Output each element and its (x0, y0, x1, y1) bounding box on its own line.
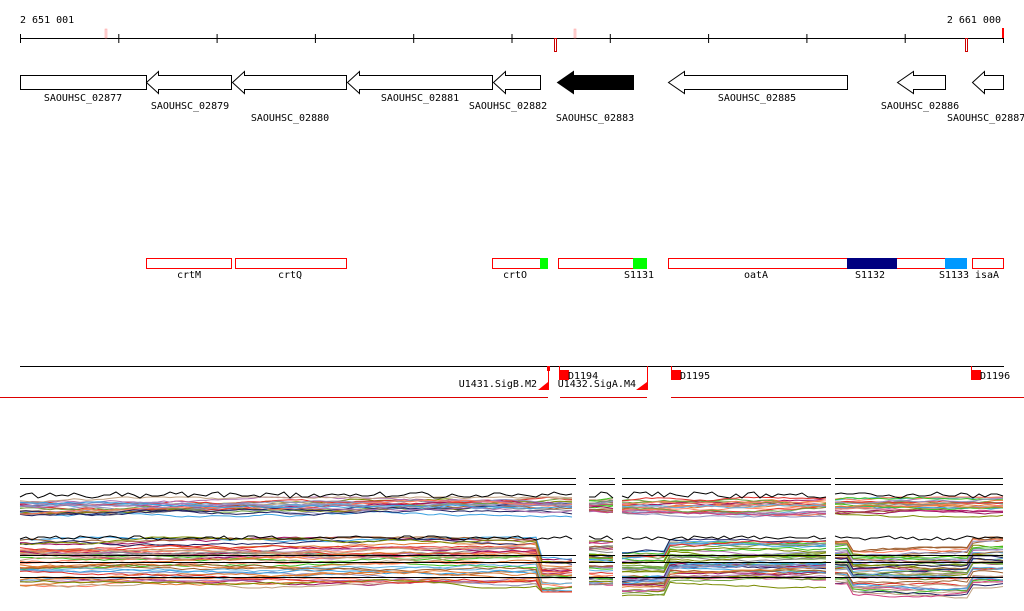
gene-saouhsc-02887[interactable]: SAOUHSC_02887 (947, 70, 1024, 125)
expression-envelope-line (621, 491, 827, 499)
feature-track: crtM crtQ crtO S1131 oatA S1132 S1133 is… (146, 258, 1004, 282)
feature-segment-green (633, 258, 647, 269)
feature-label: isaA (975, 270, 999, 281)
expression-series-line (588, 549, 614, 554)
feature-crtq[interactable]: crtQ (235, 258, 347, 282)
feature-oata[interactable]: oatA (668, 258, 967, 282)
ruler-marker (104, 28, 108, 39)
ruler-marker (1002, 28, 1004, 38)
ruler-marker[interactable] (554, 38, 557, 52)
gene-label: SAOUHSC_02879 (151, 101, 229, 112)
expression-envelope-line (588, 535, 614, 541)
regulatory-track: U1431.SigB.M2 D1194 U1432.SigA.M4 D1195 … (0, 366, 1024, 398)
ruler-marker[interactable] (965, 38, 968, 52)
regulatory-label: D1195 (680, 371, 710, 382)
gene-saouhsc-02883[interactable]: SAOUHSC_02883 (556, 70, 634, 125)
feature-label: S1131 (624, 270, 654, 281)
ruler: 2 651 001 2 661 000 (20, 15, 1004, 52)
terminator-d1196[interactable]: D1196 (971, 366, 1010, 382)
gene-saouhsc-02881[interactable]: SAOUHSC_02881 (346, 70, 493, 105)
expression-series-line (834, 577, 1004, 594)
feature-segment-green (540, 258, 548, 269)
ruler-marker (573, 28, 577, 39)
feature-label: S1132 (855, 270, 885, 281)
feature-s1132[interactable]: S1132 (847, 258, 897, 281)
gene-saouhsc-02885[interactable]: SAOUHSC_02885 (667, 70, 848, 105)
gene-label: SAOUHSC_02881 (381, 93, 459, 104)
gene-saouhsc-02877[interactable]: SAOUHSC_02877 (20, 75, 147, 105)
feature-label: S1133 (939, 270, 969, 281)
gene-saouhsc-02886[interactable]: SAOUHSC_02886 (881, 70, 959, 113)
feature-label: crtQ (278, 270, 302, 281)
feature-s1131[interactable]: S1131 (558, 258, 655, 281)
gene-label: SAOUHSC_02877 (44, 93, 122, 104)
expression-envelope-line (589, 491, 614, 499)
ruler-start-label: 2 651 001 (20, 15, 74, 26)
gene-track: SAOUHSC_02877 SAOUHSC_02879 SAOUHSC_0288… (20, 70, 1024, 125)
gene-label: SAOUHSC_02880 (251, 113, 329, 124)
genome-browser: 2 651 001 2 661 000 SAOUHSC_02877 SAOUHS… (0, 15, 1024, 599)
gene-label: SAOUHSC_02887 (947, 113, 1024, 124)
feature-label: crtM (177, 270, 201, 281)
gene-label: SAOUHSC_02882 (469, 101, 547, 112)
expression-series-line (589, 571, 613, 574)
expression-series-line (834, 513, 1004, 518)
expression-series-line (588, 573, 614, 577)
feature-isaa[interactable]: isaA (972, 258, 1004, 282)
gene-saouhsc-02880[interactable]: SAOUHSC_02880 (231, 70, 347, 125)
expression-series-line (588, 569, 614, 572)
gene-label: SAOUHSC_02883 (556, 113, 634, 124)
ruler-end-label: 2 661 000 (947, 15, 1001, 26)
gene-saouhsc-02879[interactable]: SAOUHSC_02879 (145, 70, 232, 113)
feature-crtm[interactable]: crtM (146, 258, 232, 282)
regulatory-label: U1431.SigB.M2 (459, 379, 537, 390)
gene-label: SAOUHSC_02886 (881, 101, 959, 112)
expression-track (19, 478, 1004, 599)
promoter-u1431-sigb-m2[interactable]: U1431.SigB.M2 (459, 366, 550, 390)
feature-label: oatA (744, 270, 768, 281)
gene-label: SAOUHSC_02885 (718, 93, 796, 104)
expression-series-line (588, 580, 614, 583)
regulatory-label: D1196 (980, 371, 1010, 382)
feature-crto[interactable]: crtO (492, 258, 549, 281)
regulatory-label: U1432.SigA.M4 (558, 379, 636, 390)
terminator-d1195[interactable]: D1195 (671, 366, 710, 382)
feature-label: crtO (503, 270, 527, 281)
